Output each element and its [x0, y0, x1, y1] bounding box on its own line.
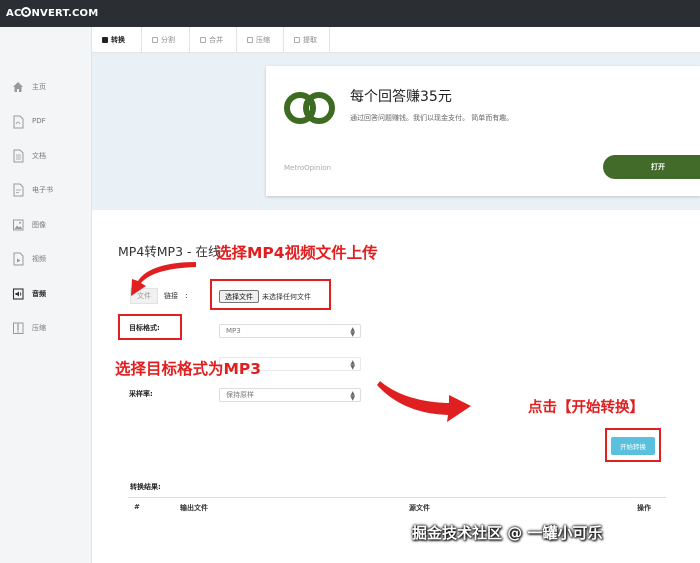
annotation-arrows: [131, 262, 471, 422]
arrow-to-file-tab-icon: [131, 262, 196, 296]
watermark: 掘金技术社区 @ 一罐小可乐: [412, 524, 603, 542]
arrow-to-convert-button-icon: [377, 381, 471, 422]
